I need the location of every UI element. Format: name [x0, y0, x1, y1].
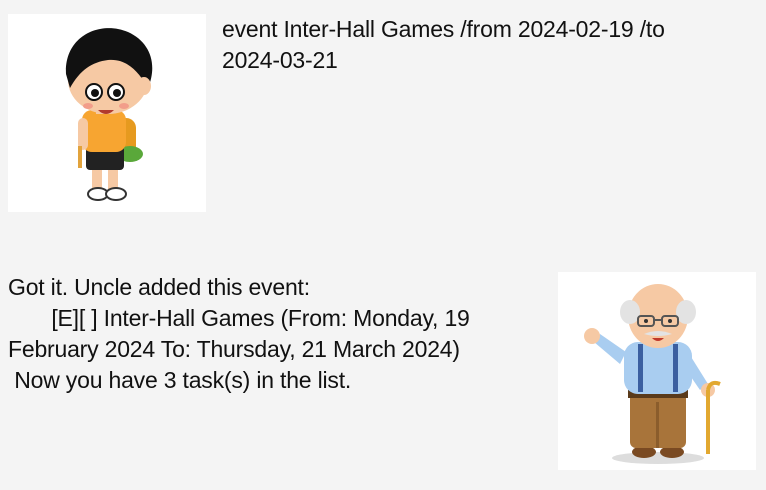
boy-with-backpack-icon	[65, 28, 153, 201]
user-dialog-box: event Inter-Hall Games /from 2024-02-19 …	[0, 0, 766, 225]
bot-dialog-box: Got it. Uncle added this event: [E][ ] I…	[0, 262, 766, 480]
bot-message-text: Got it. Uncle added this event: [E][ ] I…	[8, 274, 470, 393]
user-avatar	[8, 14, 206, 212]
user-message-text: event Inter-Hall Games /from 2024-02-19 …	[222, 16, 665, 73]
bot-avatar	[558, 272, 756, 470]
grandpa-with-cane-icon	[584, 284, 721, 464]
